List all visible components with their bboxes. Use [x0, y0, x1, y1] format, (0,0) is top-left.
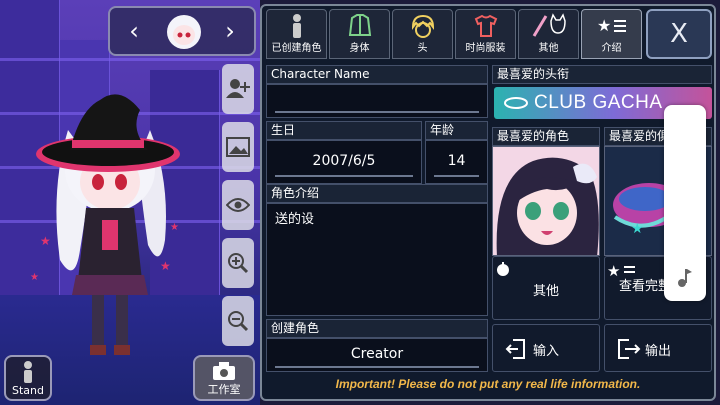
intro-text: 送的设 — [275, 212, 315, 227]
tab-intro[interactable]: ★ 介绍 — [581, 9, 642, 59]
star-list-icon: ★ — [597, 16, 626, 35]
svg-text:★: ★ — [40, 234, 51, 248]
svg-text:★: ★ — [170, 222, 179, 233]
creator-label: 创建角色 — [266, 319, 488, 338]
birthday-value: 2007/6/5 — [312, 153, 376, 169]
sword-cat-icon — [532, 13, 566, 37]
zoom-in-icon — [228, 253, 249, 274]
other-label: 其他 — [532, 284, 559, 299]
tab-label: 时尚服装 — [465, 43, 506, 54]
privacy-warning: Important! Please do not put any real li… — [335, 377, 641, 391]
zoom-out-button[interactable] — [222, 296, 254, 346]
eye-icon — [226, 198, 250, 212]
svg-text:★: ★ — [607, 262, 620, 280]
age-value: 14 — [447, 153, 466, 169]
background-button[interactable] — [222, 122, 254, 172]
svg-text:★: ★ — [631, 221, 644, 237]
character-portrait-image — [493, 147, 599, 255]
chevron-right-icon[interactable]: › — [218, 18, 242, 44]
star-list-icon: ★ — [607, 262, 635, 280]
tab-label: 头 — [417, 43, 428, 54]
export-button[interactable]: 输出 — [604, 324, 712, 372]
tab-body[interactable]: 身体 — [329, 9, 390, 59]
tab-label: 已创建角色 — [271, 43, 322, 54]
export-label: 输出 — [645, 344, 672, 359]
intro-textarea[interactable]: 送的设 — [266, 203, 488, 316]
character-head-thumbnail[interactable] — [165, 13, 203, 51]
studio-label: 工作室 — [207, 383, 241, 396]
add-person-icon — [226, 79, 250, 98]
tab-fashion[interactable]: 时尚服装 — [455, 9, 516, 59]
stand-label: Stand — [12, 384, 44, 397]
planet-ring-icon — [504, 97, 528, 109]
add-character-button[interactable] — [222, 64, 254, 114]
tab-label: 身体 — [349, 43, 370, 54]
tab-other[interactable]: 其他 — [518, 9, 579, 59]
import-button[interactable]: 输入 — [492, 324, 600, 372]
category-tabs: 已创建角色 身体 头 时尚服装 其他 ★ 介绍 — [266, 9, 644, 59]
apple-icon — [497, 262, 509, 276]
character-name-field[interactable] — [266, 84, 488, 118]
svg-text:★: ★ — [160, 259, 171, 273]
svg-text:★: ★ — [30, 272, 39, 283]
favorite-title-label: 最喜爱的头衔 — [492, 65, 712, 84]
profile-panel: 已创建角色 身体 头 时尚服装 其他 ★ 介绍 X Character Name… — [260, 4, 716, 401]
music-note-icon — [678, 269, 692, 287]
shirt-body-icon — [348, 14, 371, 36]
character-scene: ★ ★ ★ ★ ‹ › Stand 工作室 — [0, 0, 260, 405]
visibility-button[interactable] — [222, 180, 254, 230]
stand-button[interactable]: Stand — [4, 355, 52, 401]
character-figure: ★ ★ ★ ★ — [30, 94, 180, 355]
other-button[interactable]: 其他 — [492, 256, 600, 320]
zoom-out-icon — [228, 311, 249, 332]
chevron-left-icon[interactable]: ‹ — [122, 18, 146, 44]
creator-field[interactable]: Creator — [266, 338, 488, 372]
zoom-in-button[interactable] — [222, 238, 254, 288]
tab-label: 其他 — [538, 43, 559, 54]
age-label: 年龄 — [425, 121, 488, 140]
character-switcher: ‹ › — [108, 6, 256, 56]
tab-created-characters[interactable]: 已创建角色 — [266, 9, 327, 59]
character-name-label: Character Name — [266, 65, 488, 84]
camera-icon — [213, 362, 235, 380]
favorite-character-portrait[interactable] — [492, 146, 600, 256]
music-volume-slider[interactable] — [664, 105, 706, 301]
import-label: 输入 — [533, 344, 560, 359]
creator-value: Creator — [350, 346, 404, 362]
favorite-title-text: CLUB GACHA — [534, 92, 663, 113]
intro-label: 角色介绍 — [266, 184, 488, 203]
studio-button[interactable]: 工作室 — [193, 355, 255, 401]
age-field[interactable]: 14 — [425, 140, 488, 184]
favorite-character-label: 最喜爱的角色 — [492, 127, 600, 146]
tab-head[interactable]: 头 — [392, 9, 453, 59]
export-icon — [618, 339, 641, 359]
import-icon — [505, 339, 525, 359]
close-button[interactable]: X — [646, 9, 712, 59]
tab-label: 介绍 — [601, 43, 622, 54]
character-silhouette-icon — [292, 14, 301, 38]
tshirt-icon — [474, 14, 497, 37]
person-icon — [24, 361, 32, 383]
svg-text:★: ★ — [597, 16, 611, 35]
birthday-field[interactable]: 2007/6/5 — [266, 140, 422, 184]
birthday-label: 生日 — [266, 121, 422, 140]
head-hair-icon — [411, 14, 434, 38]
image-icon — [226, 137, 250, 157]
